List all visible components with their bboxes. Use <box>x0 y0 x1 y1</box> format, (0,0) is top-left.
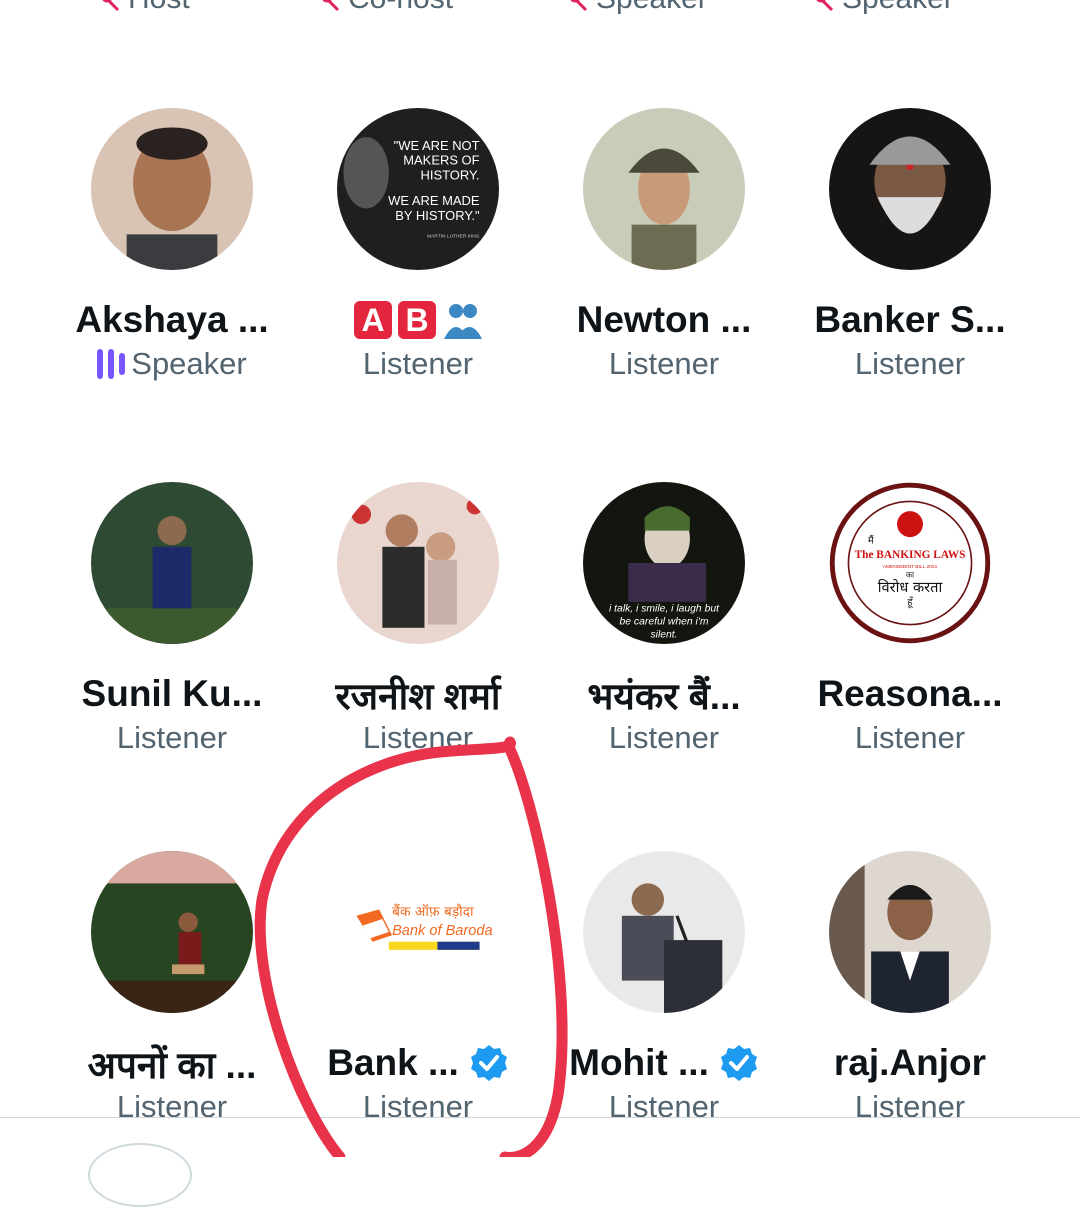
banking-line: मैं <box>868 535 874 547</box>
sadhu-avatar[interactable] <box>829 108 991 270</box>
participant-name-row: Newton ... <box>541 298 787 342</box>
bald-man-avatar[interactable] <box>91 108 253 270</box>
participant-card[interactable]: मैं The BANKING LAWS AMENDMENT BILL 2021 का… <box>787 482 1033 756</box>
participant-name: Reasona... <box>817 673 1003 714</box>
top-role-label: Co-host <box>348 0 453 16</box>
participant-name-row: Mohit ... <box>541 1041 787 1085</box>
top-role-item: Co-host <box>312 0 453 16</box>
verified-badge-icon <box>720 1045 757 1081</box>
participant-name: Akshaya ... <box>75 299 269 340</box>
participant-role-row: Listener <box>295 346 541 382</box>
participant-role-row: Listener <box>541 720 787 756</box>
top-role-item: Speaker <box>560 0 708 16</box>
participant-name: Newton ... <box>576 299 752 340</box>
participant-name-row: Reasona... <box>787 672 1033 716</box>
bob-english: Bank of Baroda <box>392 923 492 939</box>
participant-name: रजनीश शर्मा <box>335 675 501 717</box>
participant-name: Sunil Ku... <box>81 673 263 714</box>
quote-line: MAKERS OF <box>403 153 479 168</box>
quote-line: "WE ARE NOT <box>394 138 480 153</box>
banking-line: The BANKING LAWS <box>855 549 966 561</box>
quote-line: MARTIN LUTHER KING <box>427 234 480 240</box>
green-wall-avatar[interactable] <box>91 851 253 1013</box>
participant-card[interactable]: रजनीश शर्मा Listener <box>295 482 541 756</box>
participant-card[interactable]: अपनों का ... Listener <box>49 851 295 1125</box>
banking-laws-logo-avatar[interactable]: मैं The BANKING LAWS AMENDMENT BILL 2021 का… <box>829 482 991 644</box>
people-hugging-icon <box>444 304 482 339</box>
participant-name: Bank ... <box>327 1042 459 1083</box>
participant-name-row: AB <box>295 298 541 342</box>
quote-line: BY HISTORY." <box>395 208 480 223</box>
participant-name: Mohit ... <box>569 1042 709 1083</box>
top-role-row: Host Co-host Speaker Speaker <box>0 0 1080 15</box>
young-man-avatar[interactable] <box>829 851 991 1013</box>
family-avatar[interactable] <box>337 482 499 644</box>
participant-role: Listener <box>116 720 228 755</box>
participant-name: raj.Anjor <box>833 1042 987 1083</box>
podium-speaker-avatar[interactable] <box>583 851 745 1013</box>
letter-b-icon: B <box>398 301 436 339</box>
top-role-label: Speaker <box>596 0 708 16</box>
top-role-label: Speaker <box>842 0 954 16</box>
quote-line: HISTORY. <box>421 167 480 182</box>
participant-card[interactable]: i talk, i smile, i laugh but be careful w… <box>541 482 787 756</box>
banking-line: का <box>906 570 915 580</box>
participant-role: Listener <box>608 346 720 381</box>
participant-card[interactable]: बैंक ऑफ़ बड़ौदा Bank of Baroda Bank ... Lis… <box>295 851 541 1125</box>
participant-name-row: Bank ... <box>295 1041 541 1085</box>
participant-card[interactable]: raj.Anjor Listener <box>787 851 1033 1125</box>
participant-name-row: Banker S... <box>787 298 1033 342</box>
participant-name-row: भयंकर बैं... <box>541 672 787 717</box>
participant-role-row: Listener <box>541 346 787 382</box>
participant-card[interactable]: Sunil Ku... Listener <box>49 482 295 756</box>
mic-off-icon <box>102 0 120 12</box>
participant-role-row: Listener <box>295 720 541 756</box>
joker-line: silent. <box>650 630 677 641</box>
mic-off-icon <box>322 0 340 12</box>
joker-line: i talk, i smile, i laugh but <box>609 604 720 615</box>
verified-badge-icon <box>470 1045 507 1081</box>
bob-hindi: बैंक ऑफ़ बड़ौदा <box>392 903 474 920</box>
participant-name-row: Akshaya ... <box>49 298 295 342</box>
participant-name-row: अपनों का ... <box>49 1041 295 1086</box>
participant-role-row: Listener <box>787 720 1033 756</box>
bank-of-baroda-logo-avatar[interactable]: बैंक ऑफ़ बड़ौदा Bank of Baroda <box>337 851 499 1013</box>
top-role-item: Speaker <box>806 0 954 16</box>
participant-card[interactable]: Mohit ... Listener <box>541 851 787 1125</box>
joker-avatar[interactable]: i talk, i smile, i laugh but be careful w… <box>583 482 745 644</box>
speaking-indicator-icon <box>97 349 126 379</box>
participant-card[interactable]: Newton ... Listener <box>541 108 787 382</box>
participant-name: Banker S... <box>814 299 1006 340</box>
participant-role: Listener <box>854 720 966 755</box>
participant-name: भयंकर बैं... <box>587 675 741 717</box>
participant-name-row: Sunil Ku... <box>49 672 295 716</box>
quote-avatar[interactable]: "WE ARE NOT MAKERS OF HISTORY. WE ARE MADE B… <box>337 108 499 270</box>
participant-role: Listener <box>608 720 720 755</box>
participant-card[interactable]: Akshaya ... Speaker <box>49 108 295 382</box>
participant-card[interactable]: "WE ARE NOT MAKERS OF HISTORY. WE ARE MADE B… <box>295 108 541 382</box>
joker-line: be careful when i'm <box>620 617 709 628</box>
participant-role: Listener <box>362 346 474 381</box>
participant-role: Listener <box>362 720 474 755</box>
participant-name: अपनों का ... <box>87 1044 257 1086</box>
participant-role-row: Listener <box>787 346 1033 382</box>
participant-name-row: रजनीश शर्मा <box>295 672 541 717</box>
participant-card[interactable]: Banker S... Listener <box>787 108 1033 382</box>
participant-role-row: Speaker <box>49 346 295 382</box>
suit-man-avatar[interactable] <box>91 482 253 644</box>
top-role-label: Host <box>128 0 190 16</box>
banking-line: विरोध करता <box>878 578 943 596</box>
bottom-avatar[interactable] <box>88 1143 192 1207</box>
quote-line: WE ARE MADE <box>388 193 480 208</box>
participant-role-row: Listener <box>49 720 295 756</box>
participant-name-row: raj.Anjor <box>787 1041 1033 1085</box>
participant-role: Listener <box>854 346 966 381</box>
letter-a-icon: A <box>354 301 392 339</box>
participant-role: Speaker <box>131 346 247 381</box>
emoji-name: AB <box>354 301 482 339</box>
mic-off-icon <box>816 0 834 12</box>
mic-off-icon <box>570 0 588 12</box>
helmet-man-avatar[interactable] <box>583 108 745 270</box>
top-role-item: Host <box>92 0 190 16</box>
